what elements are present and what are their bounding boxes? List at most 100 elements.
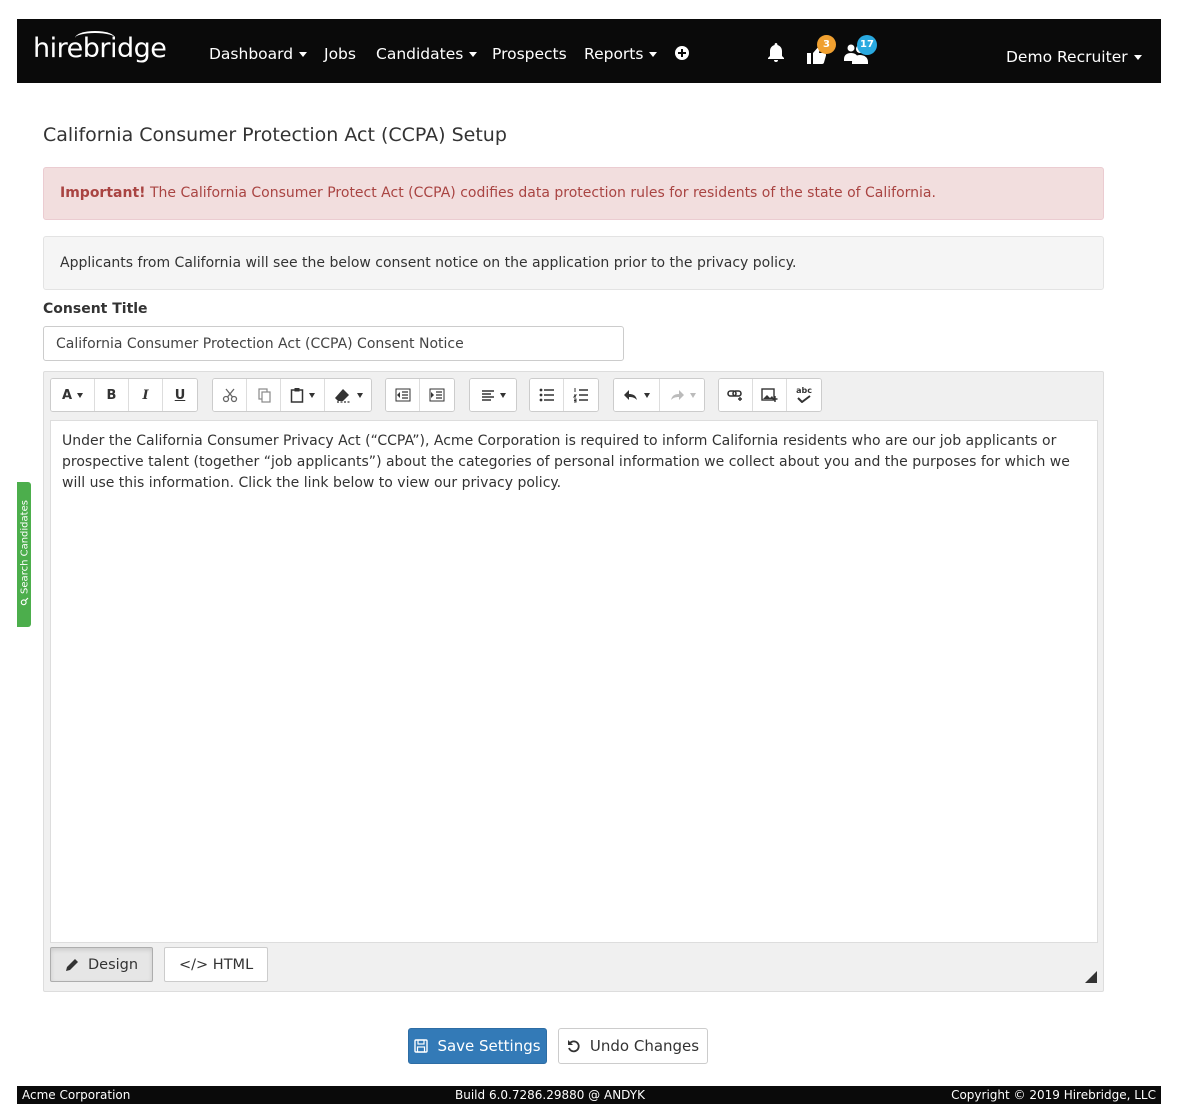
- numbered-list-icon: [573, 388, 588, 403]
- user-menu[interactable]: Demo Recruiter: [1006, 48, 1142, 66]
- floppy-disk-icon: [414, 1039, 429, 1053]
- scissors-icon: [222, 388, 237, 403]
- bullet-list-icon: [539, 388, 554, 402]
- nav-jobs-label: Jobs: [324, 45, 356, 63]
- nav-dashboard[interactable]: Dashboard: [209, 45, 308, 63]
- nav-candidates[interactable]: Candidates: [376, 45, 478, 63]
- alert-strong: Important!: [60, 185, 146, 201]
- clipboard-group: [212, 378, 372, 412]
- format-group: A B I U: [50, 378, 198, 412]
- italic-button[interactable]: I: [129, 379, 163, 411]
- caret-down-icon: [499, 392, 506, 398]
- undo-arrow-icon: [624, 390, 637, 400]
- editor-toolbar: A B I U abc: [44, 372, 1103, 420]
- page-title: California Consumer Protection Act (CCPA…: [43, 124, 507, 146]
- pencil-icon: [66, 959, 78, 971]
- nav-prospects-label: Prospects: [492, 45, 567, 63]
- copy-button[interactable]: [247, 379, 281, 411]
- top-navbar: hirebridge Dashboard Jobs Candidates Pro…: [17, 19, 1161, 83]
- nav-reports-label: Reports: [584, 45, 644, 63]
- caret-down-icon: [356, 392, 363, 398]
- caret-down-icon: [309, 392, 315, 398]
- save-settings-button[interactable]: Save Settings: [408, 1028, 547, 1064]
- caret-down-icon: [649, 52, 658, 57]
- nav-dashboard-label: Dashboard: [209, 45, 294, 63]
- nav-reports[interactable]: Reports: [584, 45, 658, 63]
- redo-arrow-icon: [670, 390, 684, 400]
- outdent-icon: [395, 388, 410, 402]
- tasks-count-badge: 3: [817, 35, 836, 54]
- caret-down-icon: [469, 52, 478, 57]
- side-tab-label: Search Candidates: [19, 500, 31, 594]
- caret-down-icon: [644, 392, 650, 398]
- link-icon: [726, 390, 742, 401]
- footer-copyright: Copyright © 2019 Hirebridge, LLC: [951, 1088, 1156, 1102]
- editor-content-area[interactable]: Under the California Consumer Privacy Ac…: [50, 420, 1098, 943]
- insert-image-button[interactable]: [753, 379, 787, 411]
- page-footer: Acme Corporation Build 6.0.7286.29880 @ …: [17, 1086, 1161, 1104]
- indent-group: [385, 378, 455, 412]
- consent-title-label: Consent Title: [43, 301, 148, 317]
- html-mode-label: </> HTML: [179, 956, 254, 973]
- cut-button[interactable]: [213, 379, 247, 411]
- undo-dropdown-button[interactable]: [614, 379, 660, 411]
- indent-button[interactable]: [420, 379, 454, 411]
- caret-down-icon: [689, 392, 696, 398]
- people-count-badge: 17: [857, 35, 877, 55]
- caret-down-icon: [77, 392, 84, 398]
- nav-prospects[interactable]: Prospects: [492, 45, 567, 63]
- undo-changes-label: Undo Changes: [589, 1037, 700, 1055]
- numbered-list-button[interactable]: [564, 379, 598, 411]
- nav-jobs[interactable]: Jobs: [324, 45, 356, 63]
- align-group: [469, 378, 517, 412]
- format-painter-dropdown-button[interactable]: [325, 379, 371, 411]
- side-tab-content: Search Candidates: [19, 481, 33, 626]
- undo-changes-button[interactable]: Undo Changes: [558, 1028, 708, 1064]
- image-icon: [760, 388, 777, 402]
- html-mode-button[interactable]: </> HTML: [164, 947, 269, 982]
- add-plus-icon[interactable]: [675, 46, 689, 60]
- spellcheck-label: abc: [796, 386, 812, 395]
- insert-link-button[interactable]: [719, 379, 753, 411]
- list-group: [529, 378, 599, 412]
- logo-arc-decoration: [75, 31, 115, 45]
- nav-candidates-label: Candidates: [376, 45, 464, 63]
- copy-icon: [257, 388, 271, 403]
- rich-text-editor: A B I U abc Under the California Consume…: [43, 371, 1104, 992]
- outdent-button[interactable]: [386, 379, 420, 411]
- spellcheck-button[interactable]: abc: [787, 379, 821, 411]
- design-mode-button[interactable]: Design: [50, 947, 154, 982]
- user-name: Demo Recruiter: [1006, 48, 1128, 66]
- important-alert: Important! The California Consumer Prote…: [43, 167, 1104, 220]
- font-dropdown-button[interactable]: A: [51, 379, 95, 411]
- underline-button[interactable]: U: [163, 379, 197, 411]
- search-icon: [20, 598, 29, 606]
- caret-down-icon: [299, 52, 308, 57]
- editor-resize-handle[interactable]: [1085, 971, 1097, 983]
- info-well: Applicants from California will see the …: [43, 236, 1104, 290]
- align-dropdown-button[interactable]: [470, 379, 516, 411]
- redo-dropdown-button[interactable]: [660, 379, 704, 411]
- indent-icon: [429, 388, 445, 402]
- alert-text: The California Consumer Protect Act (CCP…: [145, 185, 936, 201]
- history-group: [613, 378, 705, 412]
- font-dropdown-label: A: [61, 387, 73, 403]
- align-left-icon: [481, 390, 494, 401]
- design-mode-label: Design: [88, 956, 139, 973]
- insert-group: abc: [718, 378, 822, 412]
- consent-title-input[interactable]: [43, 326, 624, 361]
- save-settings-label: Save Settings: [437, 1037, 541, 1055]
- format-eraser-icon: [334, 389, 351, 403]
- bold-button[interactable]: B: [95, 379, 129, 411]
- clipboard-icon: [290, 388, 304, 403]
- undo-circular-icon: [567, 1040, 580, 1053]
- paste-dropdown-button[interactable]: [281, 379, 325, 411]
- info-text: Applicants from California will see the …: [60, 255, 797, 271]
- footer-company: Acme Corporation: [22, 1088, 131, 1102]
- bell-icon[interactable]: [764, 41, 788, 65]
- spellcheck-icon: [797, 395, 811, 403]
- bulleted-list-button[interactable]: [530, 379, 564, 411]
- search-candidates-side-tab[interactable]: Search Candidates: [17, 482, 31, 627]
- caret-down-icon: [1133, 55, 1142, 60]
- footer-build: Build 6.0.7286.29880 @ ANDYK: [455, 1088, 645, 1102]
